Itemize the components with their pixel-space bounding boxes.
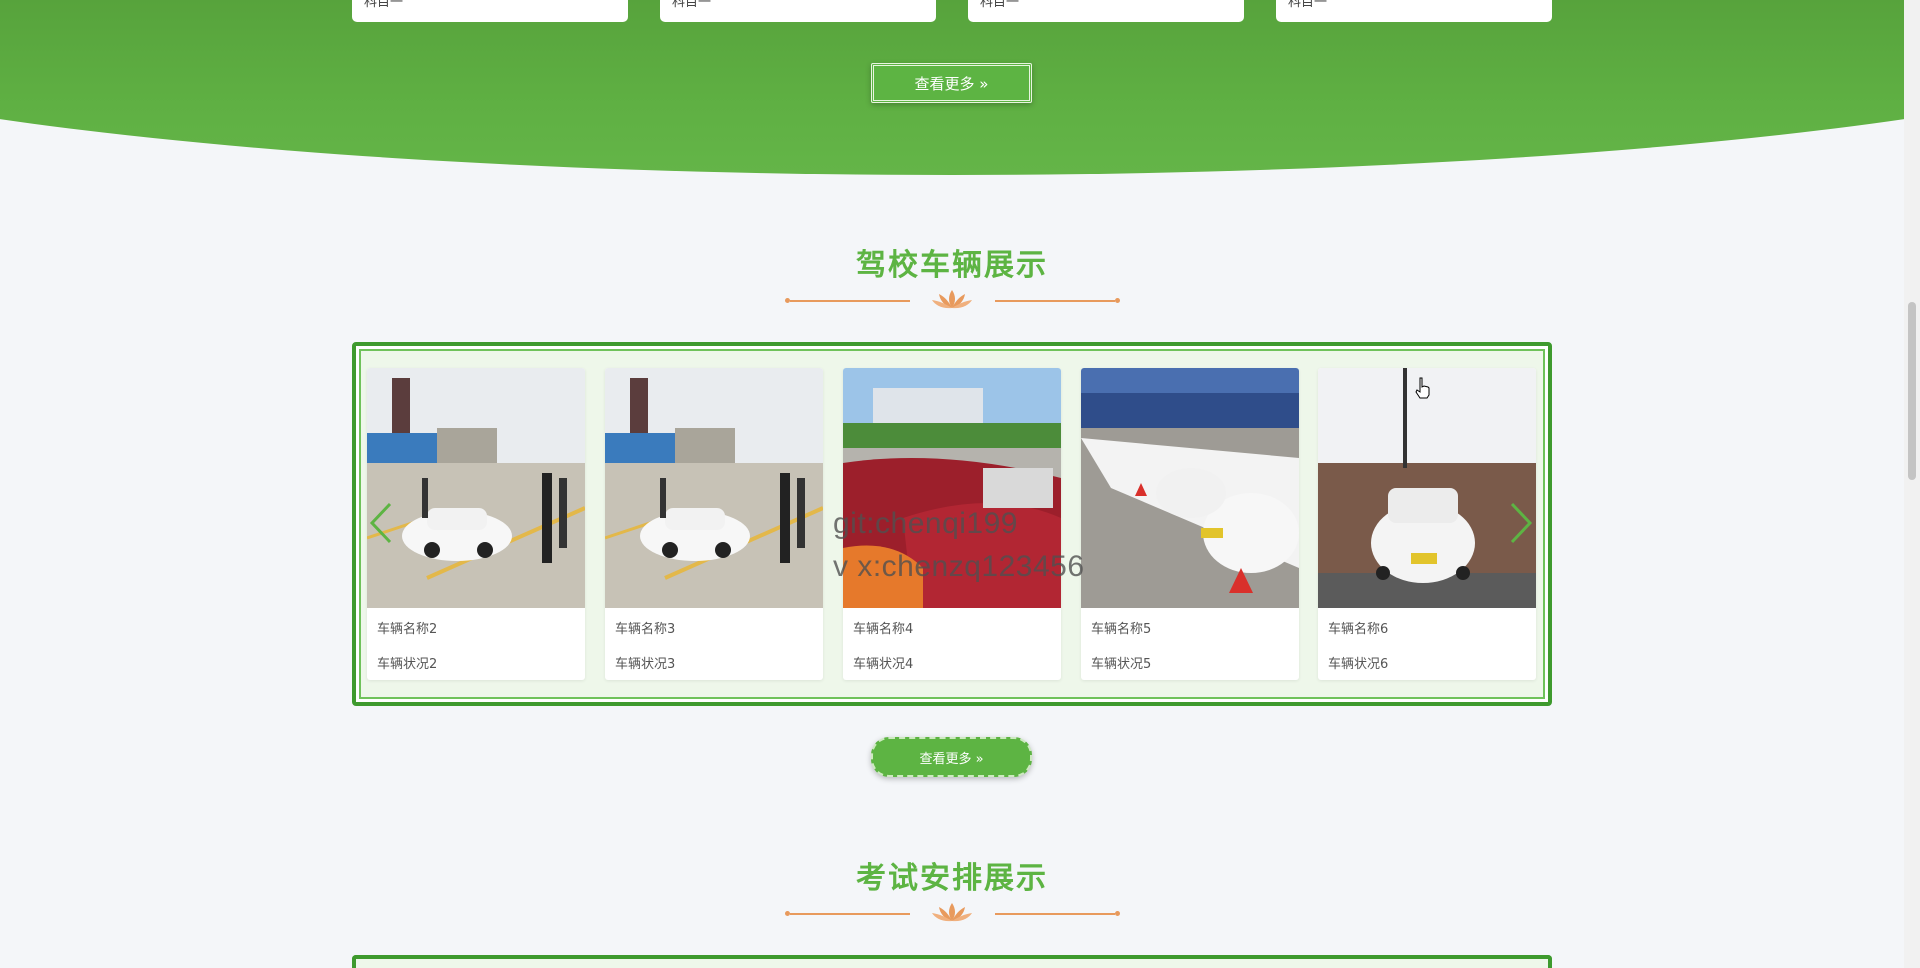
- title-divider: [785, 901, 1120, 925]
- page-scrollbar[interactable]: [1904, 0, 1920, 968]
- vehicle-name: 车辆名称6: [1328, 622, 1389, 637]
- category-card[interactable]: 科目一: [968, 0, 1244, 22]
- category-card-label: 科目一: [364, 0, 404, 10]
- category-card-label: 科目一: [672, 0, 712, 10]
- lotus-icon: [932, 290, 972, 309]
- carousel-prev-arrow-icon[interactable]: [366, 500, 396, 546]
- vehicle-name: 车辆名称4: [853, 622, 914, 637]
- more-button-label: 查看更多 »: [919, 751, 984, 767]
- hand-cursor-icon: [1415, 377, 1430, 399]
- vehicle-photo: [1081, 368, 1299, 608]
- watermark-line-1: git:chenqi199: [833, 507, 1018, 540]
- vehicle-name: 车辆名称5: [1091, 622, 1152, 637]
- vehicle-status: 车辆状况6: [1328, 657, 1389, 672]
- title-divider: [785, 288, 1120, 312]
- vehicle-status: 车辆状况2: [377, 657, 438, 672]
- carousel-next-arrow-icon[interactable]: [1506, 500, 1536, 546]
- vehicle-photo: [1318, 368, 1536, 608]
- category-card-label: 科目一: [1288, 0, 1328, 10]
- vehicle-card[interactable]: 车辆名称2 车辆状况2: [367, 368, 585, 680]
- category-card[interactable]: 科目一: [660, 0, 936, 22]
- vehicle-more-button[interactable]: 查看更多 »: [871, 737, 1032, 777]
- vehicle-status: 车辆状况5: [1091, 657, 1152, 672]
- scrollbar-thumb[interactable]: [1908, 302, 1916, 480]
- vehicle-card[interactable]: 车辆名称5 车辆状况5: [1081, 368, 1299, 680]
- category-card[interactable]: 科目一: [1276, 0, 1552, 22]
- exam-section-title: 考试安排展示: [856, 861, 1048, 896]
- vehicle-name: 车辆名称2: [377, 622, 438, 637]
- vehicle-card[interactable]: 车辆名称3 车辆状况3: [605, 368, 823, 680]
- lotus-icon: [932, 903, 972, 922]
- category-card[interactable]: 科目一: [352, 0, 628, 22]
- vehicle-section-title: 驾校车辆展示: [856, 248, 1048, 283]
- category-more-button[interactable]: 查看更多 »: [871, 63, 1032, 103]
- more-button-label: 查看更多 »: [914, 74, 989, 93]
- vehicle-card[interactable]: 车辆名称6 车辆状况6: [1318, 368, 1536, 680]
- vehicle-status: 车辆状况4: [853, 657, 914, 672]
- category-card-label: 科目一: [980, 0, 1020, 10]
- watermark-line-2: v x:chenzq123456: [833, 550, 1085, 583]
- exam-panel: [352, 955, 1552, 968]
- vehicle-name: 车辆名称3: [615, 622, 676, 637]
- vehicle-status: 车辆状况3: [615, 657, 676, 672]
- vehicle-photo: [367, 368, 585, 608]
- vehicle-photo: [605, 368, 823, 608]
